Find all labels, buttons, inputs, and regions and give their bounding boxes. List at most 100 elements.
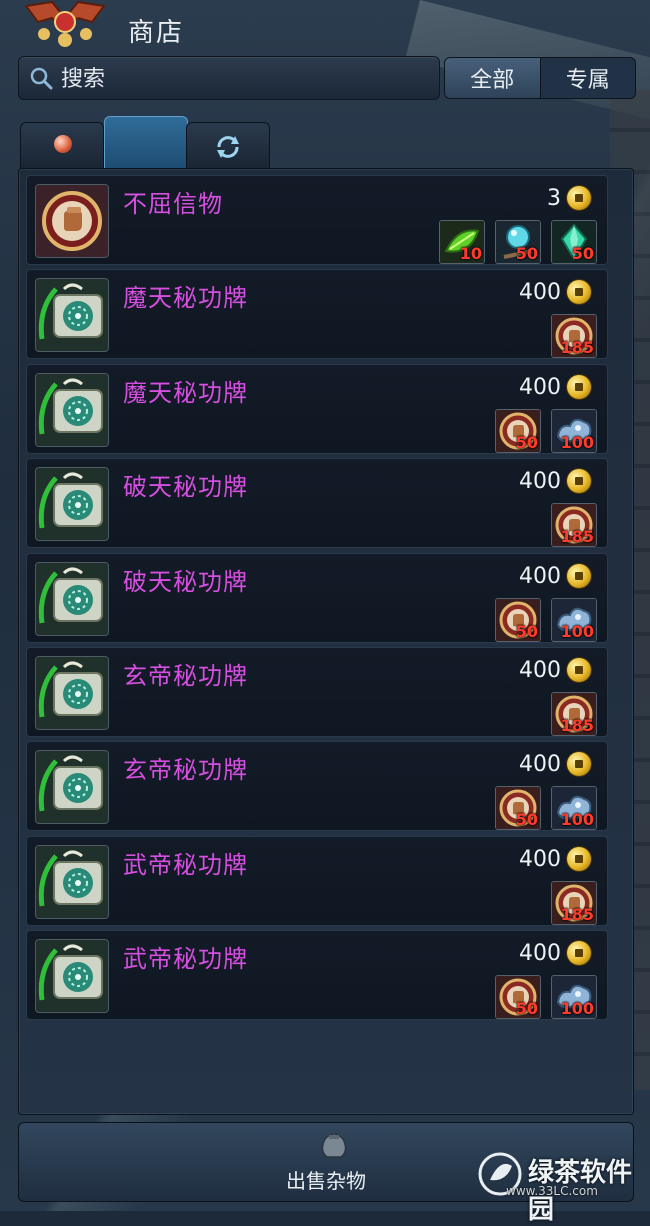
green-herb-icon[interactable]: 10 <box>439 220 485 264</box>
price-value: 400 <box>519 563 561 589</box>
item-name: 不屈信物 <box>123 190 223 218</box>
gold-coin-icon <box>567 186 591 210</box>
gold-coin-icon <box>567 941 591 965</box>
cloud-ore-icon[interactable]: 100 <box>551 975 597 1019</box>
gold-coin-icon <box>567 375 591 399</box>
shop-item-row[interactable]: 玄帝秘功牌 400 50 100 <box>26 741 608 831</box>
price-value: 400 <box>519 279 561 305</box>
shop-title: 商店 <box>128 18 185 48</box>
material-quantity: 100 <box>560 622 594 641</box>
item-price: 400 <box>519 373 591 401</box>
fist-token-icon[interactable]: 50 <box>495 975 541 1019</box>
skill-scroll-icon[interactable] <box>35 562 109 636</box>
material-quantity: 100 <box>560 810 594 829</box>
site-watermark: 绿茶软件园 www.33LC.com <box>476 1150 646 1225</box>
refresh-icon <box>217 136 239 158</box>
green-crystal-icon[interactable]: 50 <box>551 220 597 264</box>
tab-refresh[interactable] <box>186 122 270 169</box>
material-quantity: 100 <box>560 433 594 452</box>
shop-item-row[interactable]: 破天秘功牌 400 50 100 <box>26 553 608 643</box>
material-costs: 185 <box>551 314 597 358</box>
item-name: 武帝秘功牌 <box>123 851 248 879</box>
fist-token-icon[interactable]: 50 <box>495 598 541 642</box>
shop-item-row[interactable]: 武帝秘功牌 400 185 <box>26 836 608 926</box>
filter-all-button[interactable]: 全部 <box>445 58 540 98</box>
material-costs: 185 <box>551 692 597 736</box>
filter-exclusive-button[interactable]: 专属 <box>539 58 636 98</box>
material-costs: 10 50 50 <box>439 220 597 264</box>
item-price: 400 <box>519 656 591 684</box>
fist-token-icon[interactable]: 185 <box>551 503 597 547</box>
material-quantity: 100 <box>560 999 594 1018</box>
material-quantity: 50 <box>515 622 538 641</box>
material-quantity: 185 <box>560 527 594 546</box>
orb-icon <box>54 135 72 153</box>
material-costs: 185 <box>551 881 597 925</box>
tab-selected[interactable] <box>104 116 188 171</box>
item-price: 400 <box>519 278 591 306</box>
item-name: 破天秘功牌 <box>123 568 248 596</box>
price-value: 400 <box>519 751 561 777</box>
item-price: 400 <box>519 845 591 873</box>
material-quantity: 50 <box>515 433 538 452</box>
skill-scroll-icon[interactable] <box>35 939 109 1013</box>
fist-token-icon[interactable]: 50 <box>495 786 541 830</box>
gold-coin-icon <box>567 752 591 776</box>
tab-orb[interactable] <box>20 122 104 169</box>
item-price: 400 <box>519 562 591 590</box>
shop-emblem-icon <box>24 0 106 47</box>
search-icon <box>30 67 53 90</box>
material-costs: 50 100 <box>495 786 597 830</box>
shop-item-row[interactable]: 不屈信物 3 10 50 50 <box>26 175 608 265</box>
item-name: 魔天秘功牌 <box>123 284 248 312</box>
gold-coin-icon <box>567 564 591 588</box>
price-value: 3 <box>547 185 561 211</box>
price-value: 400 <box>519 374 561 400</box>
gold-coin-icon <box>567 847 591 871</box>
gold-coin-icon <box>567 469 591 493</box>
watermark-url: www.33LC.com <box>506 1184 598 1198</box>
material-quantity: 50 <box>571 244 594 263</box>
shop-item-row[interactable]: 破天秘功牌 400 185 <box>26 458 608 548</box>
skill-scroll-icon[interactable] <box>35 845 109 919</box>
search-input[interactable] <box>59 63 433 95</box>
fist-token-icon[interactable]: 185 <box>551 314 597 358</box>
item-name: 武帝秘功牌 <box>123 945 248 973</box>
item-price: 400 <box>519 750 591 778</box>
shop-item-row[interactable]: 武帝秘功牌 400 50 100 <box>26 930 608 1020</box>
cloud-ore-icon[interactable]: 100 <box>551 409 597 453</box>
price-value: 400 <box>519 940 561 966</box>
gold-coin-icon <box>567 658 591 682</box>
price-value: 400 <box>519 846 561 872</box>
item-price: 3 <box>547 184 591 212</box>
search-box[interactable] <box>18 56 440 100</box>
skill-scroll-icon[interactable] <box>35 750 109 824</box>
material-quantity: 50 <box>515 244 538 263</box>
fist-medal-icon[interactable] <box>35 184 109 258</box>
fist-token-icon[interactable]: 50 <box>495 409 541 453</box>
filter-toggle[interactable]: 全部 专属 <box>444 57 636 99</box>
material-quantity: 10 <box>459 244 482 263</box>
skill-scroll-icon[interactable] <box>35 656 109 730</box>
material-quantity: 185 <box>560 905 594 924</box>
shop-item-row[interactable]: 玄帝秘功牌 400 185 <box>26 647 608 737</box>
material-costs: 50 100 <box>495 598 597 642</box>
cloud-ore-icon[interactable]: 100 <box>551 786 597 830</box>
shop-item-row[interactable]: 魔天秘功牌 400 185 <box>26 269 608 359</box>
skill-scroll-icon[interactable] <box>35 373 109 447</box>
material-quantity: 50 <box>515 999 538 1018</box>
item-name: 玄帝秘功牌 <box>123 662 248 690</box>
material-costs: 185 <box>551 503 597 547</box>
item-name: 玄帝秘功牌 <box>123 756 248 784</box>
item-name: 破天秘功牌 <box>123 473 248 501</box>
price-value: 400 <box>519 468 561 494</box>
item-name: 魔天秘功牌 <box>123 379 248 407</box>
fist-token-icon[interactable]: 185 <box>551 692 597 736</box>
skill-scroll-icon[interactable] <box>35 467 109 541</box>
material-quantity: 185 <box>560 338 594 357</box>
skill-scroll-icon[interactable] <box>35 278 109 352</box>
fist-token-icon[interactable]: 185 <box>551 881 597 925</box>
crystal-orb-icon[interactable]: 50 <box>495 220 541 264</box>
shop-item-row[interactable]: 魔天秘功牌 400 50 100 <box>26 364 608 454</box>
cloud-ore-icon[interactable]: 100 <box>551 598 597 642</box>
